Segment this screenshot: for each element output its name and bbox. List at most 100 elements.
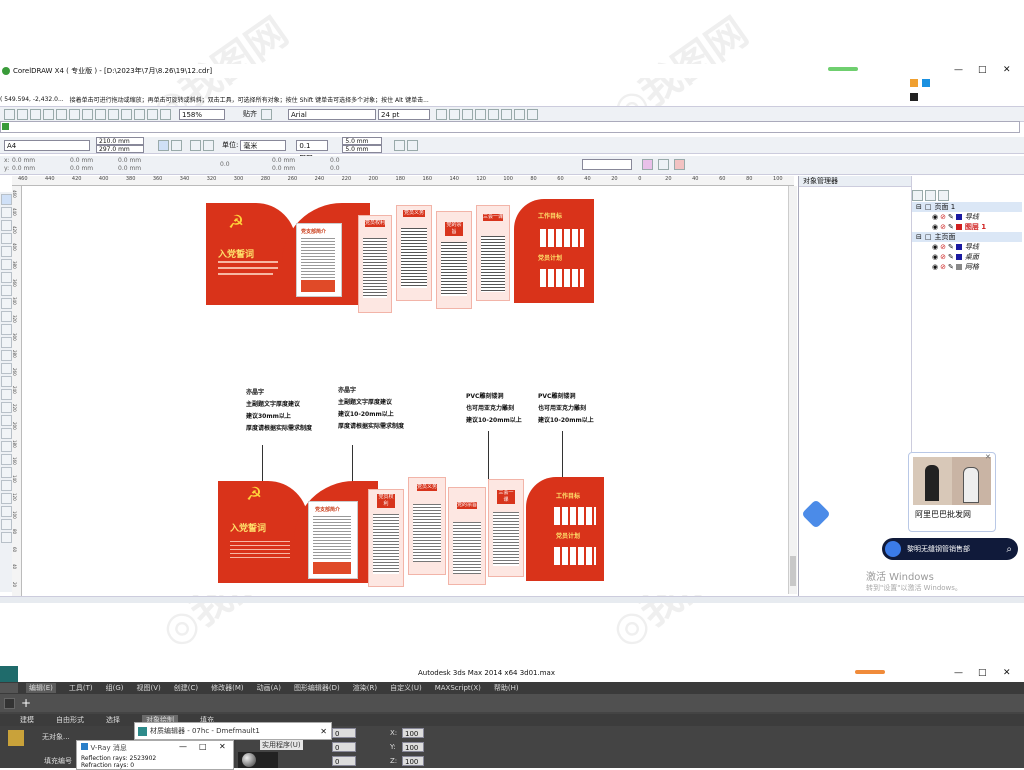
scroll-thumb[interactable] [790, 556, 796, 586]
spinner-field[interactable]: 0 [332, 742, 356, 752]
text-wrap-icon[interactable] [642, 159, 653, 170]
print-toggle-icon[interactable]: ⊘ [940, 213, 946, 221]
interactive-fill-icon[interactable] [1, 428, 12, 439]
y-spinner[interactable]: 100 [402, 742, 424, 752]
z-spinner[interactable]: 100 [402, 756, 424, 766]
layer-color-swatch[interactable] [955, 264, 962, 270]
ad-close-button[interactable]: ✕ [985, 453, 991, 461]
app-launcher-icon[interactable] [147, 108, 158, 120]
outline-pen-icon[interactable] [1, 402, 12, 413]
material-editor-title[interactable]: 材质编辑器 - 07hc - Dmefmault1 [150, 726, 260, 736]
visibility-eye-icon[interactable]: ◉ [932, 263, 938, 271]
roughen-icon[interactable] [1, 467, 12, 478]
max-menu-item[interactable]: 动画(A) [257, 683, 281, 693]
max-menu-item[interactable]: 图形编辑器(D) [294, 683, 340, 693]
table-tool-icon[interactable] [1, 337, 12, 348]
obj-v2[interactable]: 0.0 mm [272, 165, 295, 172]
spinner-field[interactable]: 0 [332, 756, 356, 766]
print-icon[interactable] [43, 108, 54, 120]
smudge-icon[interactable] [1, 454, 12, 465]
obj-w[interactable]: 0.0 mm [70, 157, 93, 164]
cut-icon[interactable] [56, 108, 67, 120]
effects-icon[interactable] [674, 159, 685, 170]
layer-color-swatch[interactable] [955, 244, 962, 250]
page-1-node[interactable]: ⊟ □ 页面 1 [912, 202, 1022, 212]
max-menu-item[interactable]: 自定义(U) [390, 683, 422, 693]
obj-y[interactable]: 0.0 mm [12, 165, 35, 172]
welcome-icon[interactable] [160, 108, 171, 120]
max-menu-icon[interactable] [0, 683, 18, 693]
expand-icon[interactable]: ⊟ [916, 233, 922, 241]
layer-row[interactable]: ◉ ⊘ ✎ 图层 1 [912, 222, 1022, 232]
duplicate-y-field[interactable]: 5.0 mm [342, 145, 383, 153]
vertical-text-icon[interactable] [527, 108, 538, 120]
ad-image[interactable] [913, 457, 991, 505]
page-width-field[interactable]: 210.0 mm [96, 137, 144, 145]
max-close-button[interactable]: ✕ [1003, 668, 1011, 678]
material-editor-close-button[interactable]: ✕ [320, 727, 327, 736]
max-menu-item[interactable]: 视图(V) [137, 683, 161, 693]
edit-pencil-icon[interactable]: ✎ [948, 263, 954, 271]
master-page-node[interactable]: ⊟ □ 主页面 [912, 232, 1022, 242]
outline-width-select[interactable] [582, 159, 632, 170]
visibility-eye-icon[interactable]: ◉ [932, 213, 938, 221]
bold-icon[interactable] [436, 108, 447, 120]
max-ribbon-tab[interactable]: 自由形式 [56, 715, 84, 725]
vray-message-window[interactable]: V-Ray 消息 — □ ✕ Reflection rays: 2523902 … [76, 740, 234, 770]
save-icon[interactable] [30, 108, 41, 120]
layer-row[interactable]: ◉ ⊘ ✎ 导线 [912, 212, 1022, 222]
basic-shapes-icon[interactable] [1, 311, 12, 322]
visibility-eye-icon[interactable]: ◉ [932, 243, 938, 251]
copy-icon[interactable] [69, 108, 80, 120]
new-document-icon[interactable] [4, 108, 15, 120]
print-toggle-icon[interactable]: ⊘ [940, 223, 946, 231]
paste-icon[interactable] [82, 108, 93, 120]
outline-swatch-icon[interactable] [922, 79, 930, 87]
eyedropper-icon[interactable] [1, 389, 12, 400]
layer-row[interactable]: ◉ ⊘ ✎ 网格 [912, 262, 1022, 272]
polygon-tool-icon[interactable] [1, 298, 12, 309]
ellipse-tool-icon[interactable] [1, 285, 12, 296]
unit-select[interactable]: 毫米 [240, 139, 287, 151]
obj-v3[interactable]: 0.0 [330, 157, 340, 164]
char-format-icon[interactable] [488, 108, 499, 120]
material-preview[interactable] [238, 752, 278, 768]
transform-icon[interactable] [1, 480, 12, 491]
edit-pencil-icon[interactable]: ✎ [948, 253, 954, 261]
horizontal-text-icon[interactable] [514, 108, 525, 120]
treat-as-filled-icon[interactable] [407, 139, 419, 151]
obj-v4[interactable]: 0.0 [330, 165, 340, 172]
text-tool-icon[interactable] [1, 324, 12, 335]
align-icon[interactable] [475, 108, 486, 120]
current-page-icon[interactable] [203, 139, 214, 151]
obj-v1[interactable]: 0.0 mm [272, 157, 295, 164]
paper-size-select[interactable]: A4 [4, 139, 90, 151]
knife-icon[interactable] [1, 493, 12, 504]
text-edit-icon[interactable] [501, 108, 512, 120]
max-menu-item[interactable]: 渲染(R) [353, 683, 377, 693]
pick-tool-icon[interactable] [1, 194, 12, 205]
obj-h2[interactable]: 0.0 mm [118, 165, 141, 172]
obj-x[interactable]: 0.0 mm [12, 157, 35, 164]
show-properties-icon[interactable] [912, 189, 923, 201]
edit-pencil-icon[interactable]: ✎ [948, 213, 954, 221]
color-swatch-black[interactable] [910, 93, 918, 101]
shape-tool-icon[interactable] [1, 207, 12, 218]
blend-tool-icon[interactable] [1, 376, 12, 387]
max-menu-item[interactable]: 创建(C) [174, 683, 198, 693]
ad-caption[interactable]: 阿里巴巴批发网 [915, 509, 971, 520]
fill-tool-icon[interactable] [1, 415, 12, 426]
font-select[interactable]: Arial [288, 108, 376, 120]
crop-tool-icon[interactable] [1, 220, 12, 231]
connector-tool-icon[interactable] [1, 363, 12, 374]
close-button[interactable]: ✕ [1003, 65, 1011, 75]
layer-color-swatch[interactable] [955, 254, 962, 260]
obj-h[interactable]: 0.0 mm [70, 165, 93, 172]
zoom-tool-icon[interactable] [1, 233, 12, 244]
print-toggle-icon[interactable]: ⊘ [940, 263, 946, 271]
max-logo-icon[interactable] [0, 666, 18, 682]
fill-swatch-icon[interactable] [910, 79, 918, 87]
max-menu-item[interactable]: 工具(T) [69, 683, 93, 693]
landscape-icon[interactable] [171, 139, 182, 151]
vray-minimize-button[interactable]: — [179, 742, 187, 751]
